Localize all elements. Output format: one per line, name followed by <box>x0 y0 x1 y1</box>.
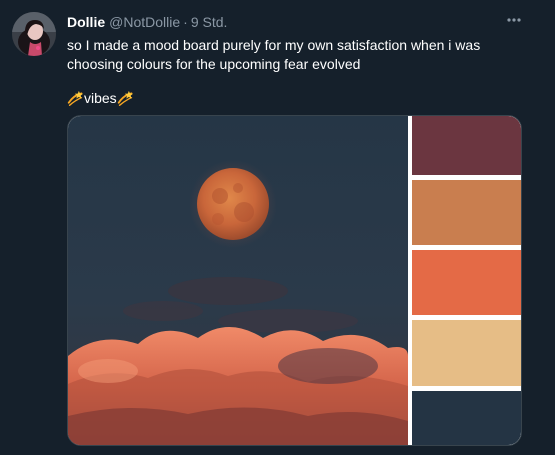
tweet-media[interactable] <box>67 115 522 446</box>
avatar[interactable] <box>12 12 56 56</box>
avatar-image <box>12 12 56 56</box>
palette-swatch <box>412 250 521 315</box>
more-options-button[interactable] <box>503 9 525 31</box>
moon-clouds-photo <box>68 116 408 445</box>
dizzy-star-emoji-icon <box>67 90 83 106</box>
tweet-card[interactable]: Dollie @NotDollie · 9 Std. so I made a m… <box>0 0 555 455</box>
tweet-text: so I made a mood board purely for my own… <box>67 36 537 74</box>
tweet-vibes-line: vibes <box>67 88 134 108</box>
colour-palette <box>412 116 521 445</box>
palette-swatch <box>412 391 521 445</box>
palette-swatch <box>412 320 521 386</box>
user-handle[interactable]: @NotDollie <box>109 14 180 30</box>
tweet-body: so I made a mood board purely for my own… <box>67 37 481 72</box>
header-separator: · <box>183 14 188 30</box>
display-name[interactable]: Dollie <box>67 14 105 30</box>
vibes-text: vibes <box>84 90 117 106</box>
tweet-header: Dollie @NotDollie · 9 Std. <box>67 12 227 32</box>
dizzy-star-emoji-icon <box>117 90 133 106</box>
more-horizontal-icon <box>507 18 521 22</box>
tweet-timestamp[interactable]: 9 Std. <box>191 14 228 30</box>
palette-swatch <box>412 180 521 245</box>
palette-swatch <box>412 116 521 175</box>
